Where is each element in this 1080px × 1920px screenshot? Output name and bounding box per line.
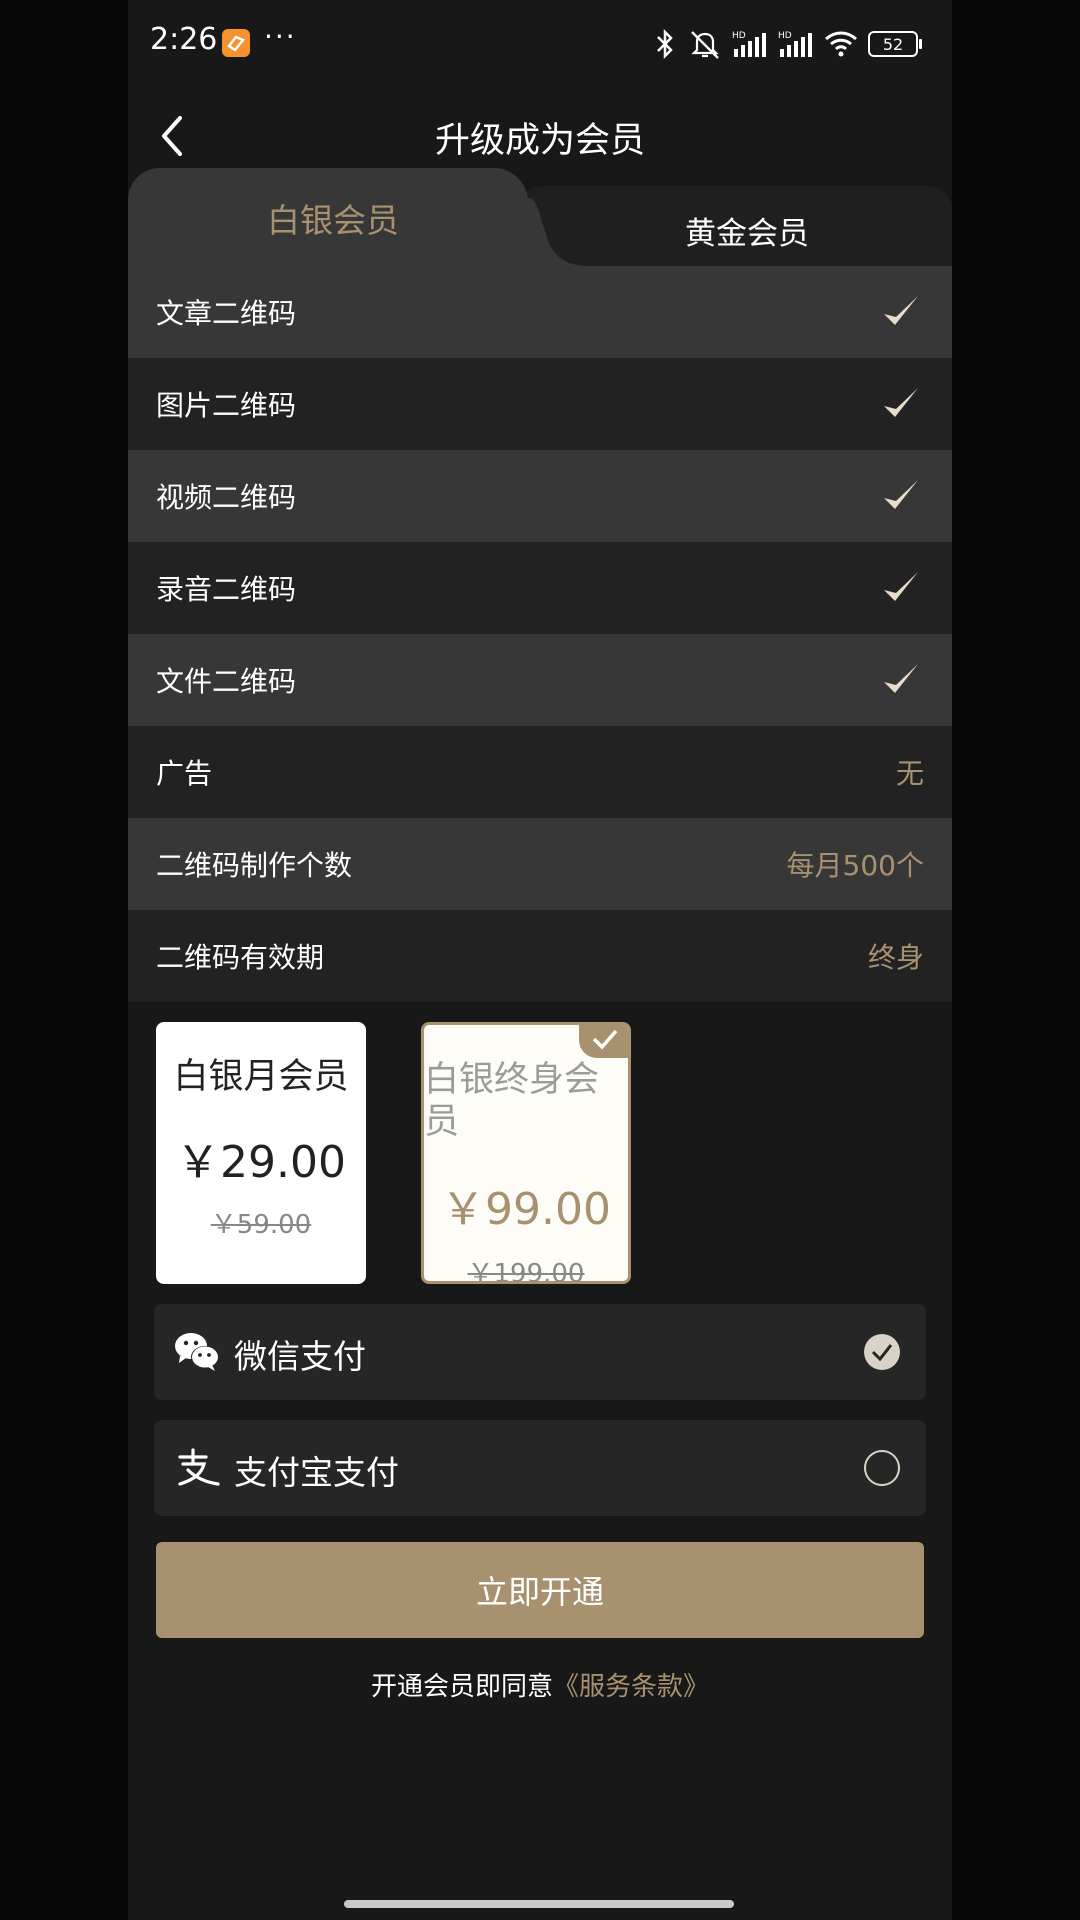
feature-row: 二维码制作个数 每月500个 bbox=[128, 818, 952, 910]
feature-value: 终身 bbox=[867, 941, 924, 974]
tab-gold-label[interactable]: 黄金会员 bbox=[542, 208, 952, 253]
payment-option-wechat[interactable]: 微信支付 bbox=[154, 1304, 926, 1400]
check-icon bbox=[884, 296, 918, 325]
wechat-icon bbox=[175, 1333, 219, 1371]
status-bar: 2:26 ··· HD HD 52 bbox=[128, 0, 952, 88]
radio-selected-icon[interactable] bbox=[864, 1334, 900, 1370]
feature-label: 广告 bbox=[156, 757, 213, 790]
feature-row: 文章二维码 bbox=[128, 266, 952, 358]
feature-label: 文件二维码 bbox=[156, 665, 297, 698]
feature-row: 录音二维码 bbox=[128, 542, 952, 634]
feature-row: 图片二维码 bbox=[128, 358, 952, 450]
tab-silver-label[interactable]: 白银会员 bbox=[128, 194, 538, 242]
feature-label: 视频二维码 bbox=[156, 481, 297, 514]
status-time: 2:26 bbox=[150, 22, 218, 57]
signal-icon: HD bbox=[732, 31, 766, 57]
feature-list: 文章二维码 图片二维码 视频二维码 录音二维码 文件二维码 广告 无 二维码制作… bbox=[128, 266, 952, 1002]
more-notifications-icon: ··· bbox=[264, 20, 297, 53]
plan-name: 白银月会员 bbox=[173, 1057, 349, 1097]
agreement-text: 开通会员即同意《服务条款》 bbox=[128, 1666, 952, 1703]
check-icon bbox=[884, 664, 918, 693]
feature-label: 文章二维码 bbox=[156, 297, 297, 330]
mute-icon bbox=[691, 31, 719, 59]
feature-value: 每月500个 bbox=[786, 849, 924, 882]
status-icons: HD HD 52 bbox=[652, 26, 922, 62]
feature-row: 广告 无 bbox=[128, 726, 952, 818]
svg-text:HD: HD bbox=[778, 31, 792, 41]
plan-price: ￥29.00 bbox=[176, 1137, 346, 1188]
bluetooth-icon bbox=[657, 28, 673, 60]
feature-row: 二维码有效期 终身 bbox=[128, 910, 952, 1002]
feature-row: 文件二维码 bbox=[128, 634, 952, 726]
page-title: 升级成为会员 bbox=[434, 121, 645, 161]
check-icon bbox=[884, 572, 918, 601]
wifi-icon bbox=[825, 31, 857, 57]
signal-icon: HD bbox=[778, 31, 812, 57]
plan-card-lifetime[interactable]: 白银终身会员 ￥99.00 ￥199.00 bbox=[421, 1022, 631, 1284]
battery-icon: 52 bbox=[868, 31, 922, 57]
plan-original-price: ￥59.00 bbox=[210, 1210, 312, 1240]
feature-value: 无 bbox=[895, 757, 924, 790]
svg-text:HD: HD bbox=[732, 31, 746, 41]
selected-check-icon bbox=[579, 1025, 628, 1058]
payment-label: 支付宝支付 bbox=[234, 1453, 399, 1492]
plan-card-monthly[interactable]: 白银月会员 ￥29.00 ￥59.00 bbox=[156, 1022, 366, 1284]
terms-link[interactable]: 《服务条款》 bbox=[553, 1672, 709, 1702]
payment-option-alipay[interactable]: 支付宝支付 bbox=[154, 1420, 926, 1516]
app-icon bbox=[222, 29, 250, 57]
app-screen: 2:26 ··· HD HD 52 升级成为会员 白银会员 黄金会员 文章二维码… bbox=[128, 0, 952, 1920]
payment-label: 微信支付 bbox=[234, 1337, 366, 1376]
activate-button[interactable]: 立即开通 bbox=[156, 1542, 924, 1638]
home-indicator[interactable] bbox=[344, 1900, 734, 1908]
check-icon bbox=[884, 480, 918, 509]
radio-unselected-icon[interactable] bbox=[864, 1450, 900, 1486]
membership-tabs: 白银会员 黄金会员 bbox=[128, 168, 952, 266]
plan-name: 白银终身会员 bbox=[424, 1060, 600, 1142]
feature-label: 图片二维码 bbox=[156, 389, 297, 422]
feature-row: 视频二维码 bbox=[128, 450, 952, 542]
feature-label: 二维码制作个数 bbox=[156, 849, 353, 882]
feature-label: 二维码有效期 bbox=[156, 941, 325, 974]
alipay-icon bbox=[178, 1448, 220, 1486]
plan-price: ￥99.00 bbox=[441, 1184, 611, 1235]
feature-label: 录音二维码 bbox=[156, 573, 297, 606]
agreement-prefix: 开通会员即同意 bbox=[370, 1672, 553, 1702]
plan-original-price: ￥199.00 bbox=[467, 1259, 585, 1284]
check-icon bbox=[884, 388, 918, 417]
